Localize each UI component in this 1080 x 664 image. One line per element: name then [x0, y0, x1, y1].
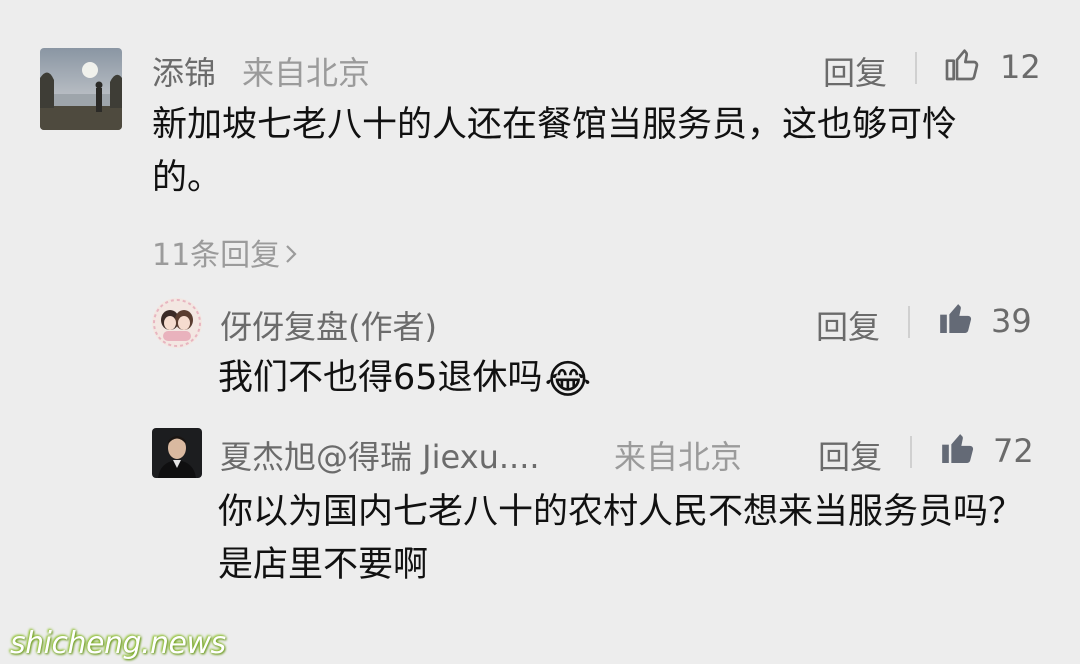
reply-button[interactable]: 回复 [816, 302, 880, 348]
like-count: 12 [1000, 48, 1041, 86]
like-button[interactable]: 72 [938, 428, 1038, 472]
thumbs-up-outline-icon [942, 44, 982, 88]
reply-button[interactable]: 回复 [823, 48, 887, 94]
view-replies-label: 11条回复 [152, 238, 281, 273]
reply-text: 我们不也得65退休吗😂 [218, 352, 591, 407]
avatar-cartoon-girls [152, 298, 202, 348]
comment-text: 新加坡七老八十的人还在餐馆当服务员，这也够可怜的。 [152, 105, 958, 198]
avatar-commenter[interactable] [40, 48, 122, 130]
like-count: 39 [991, 302, 1032, 340]
divider [910, 436, 912, 468]
like-count: 72 [993, 432, 1034, 470]
avatar-photo-lake [40, 48, 122, 130]
reply-button[interactable]: 回复 [818, 432, 882, 478]
reply-author-name[interactable]: 夏杰旭@得瑞 Jiexu.... [220, 432, 540, 478]
divider [908, 306, 910, 338]
view-replies-link[interactable]: 11条回复 [152, 230, 298, 274]
avatar-author[interactable] [152, 298, 202, 348]
reply-text-content: 我们不也得65退休吗 [218, 358, 543, 398]
avatar-photo-man [152, 428, 202, 478]
laughing-tears-emoji: 😂 [544, 357, 592, 403]
thumbs-up-filled-icon [938, 428, 978, 472]
reply-location: 来自北京 [614, 438, 743, 476]
reply-author-name[interactable]: 伢伢复盘(作者) [220, 302, 437, 348]
comment-location: 来自北京 [242, 54, 371, 92]
thumbs-up-filled-icon [936, 298, 976, 342]
chevron-right-icon [284, 239, 298, 274]
divider [915, 52, 917, 84]
like-button[interactable]: 12 [942, 44, 1041, 88]
like-button[interactable]: 39 [936, 298, 1036, 342]
comment-author-name[interactable]: 添锦 [152, 48, 216, 94]
avatar-replier[interactable] [152, 428, 202, 478]
reply-text: 你以为国内七老八十的农村人民不想来当服务员吗？是店里不要啊 [218, 492, 1024, 585]
watermark: shicheng.news [10, 626, 226, 661]
